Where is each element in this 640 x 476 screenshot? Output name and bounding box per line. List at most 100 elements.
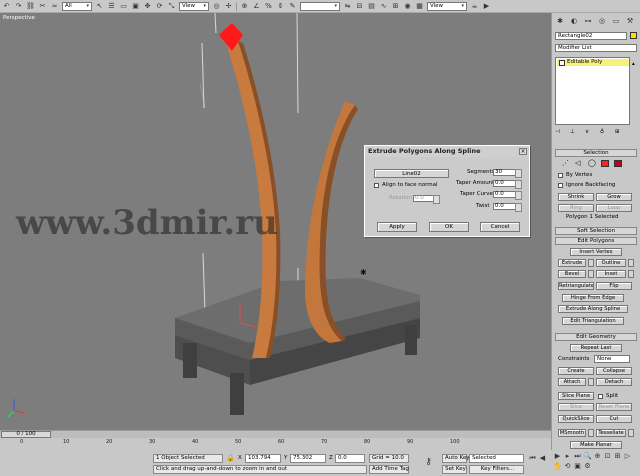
collapse-button[interactable]: Collapse	[596, 367, 632, 375]
zoom-all-icon[interactable]: ⊕	[593, 452, 602, 461]
flip-button[interactable]: Flip	[596, 282, 632, 290]
msmooth-settings-icon[interactable]	[588, 429, 594, 437]
constraints-dropdown[interactable]: None	[594, 355, 630, 363]
align-to-face-checkbox[interactable]	[374, 183, 379, 188]
extrude-along-spline-button[interactable]: Extrude Along Spline	[558, 305, 628, 313]
cut-button[interactable]: Cut	[596, 415, 632, 423]
create-tab-icon[interactable]: ✱	[555, 16, 565, 26]
quickslice-button[interactable]: QuickSlice	[558, 415, 594, 423]
go-to-end-icon[interactable]: ⏭	[573, 452, 582, 461]
zoom-extents-icon[interactable]: ⊡	[603, 452, 612, 461]
quick-render-icon[interactable]: ☕	[470, 2, 479, 11]
zoom-icon[interactable]: 🔍	[583, 452, 592, 461]
slice-plane-button[interactable]: Slice Plane	[558, 392, 594, 400]
create-button[interactable]: Create	[558, 367, 594, 375]
shrink-button[interactable]: Shrink	[558, 193, 594, 201]
scale-icon[interactable]: ⤡	[167, 2, 176, 11]
insert-vertex-button[interactable]: Insert Vertex	[570, 248, 622, 256]
field-of-view-icon[interactable]: ▷	[623, 452, 632, 461]
make-planar-button[interactable]: Make Planar	[570, 441, 622, 449]
retriangulate-button[interactable]: Retriangulate	[558, 282, 594, 290]
angle-snap-icon[interactable]: ∠	[252, 2, 261, 11]
pivot-center-icon[interactable]: ◎	[212, 2, 221, 11]
remove-modifier-icon[interactable]: ♁	[600, 129, 604, 135]
named-selection-icon[interactable]: ✎	[288, 2, 297, 11]
rotation-spinner[interactable]: 0.0	[413, 195, 440, 204]
window-crossing-icon[interactable]: ▣	[131, 2, 140, 11]
inset-button[interactable]: Inset	[596, 270, 626, 278]
z-coord-field[interactable]: 0.0	[335, 454, 365, 463]
rotate-icon[interactable]: ⟳	[155, 2, 164, 11]
set-key-button[interactable]: Set Key	[442, 465, 467, 474]
loop-button[interactable]: Loop	[596, 204, 632, 212]
add-time-tag-button[interactable]: Add Time Tag	[369, 465, 409, 474]
stack-item-editable-poly[interactable]: Editable Poly	[557, 59, 629, 66]
select-by-name-icon[interactable]: ☰	[107, 2, 116, 11]
bevel-settings-icon[interactable]	[588, 270, 594, 278]
lock-selection-icon[interactable]: 🔒	[226, 454, 235, 463]
hinge-from-edge-button[interactable]: Hinge From Edge	[562, 294, 624, 302]
undo-icon[interactable]: ↶	[2, 2, 11, 11]
object-name-field[interactable]: Rectangle02	[555, 32, 627, 40]
edit-polygons-rollout[interactable]: Edit Polygons	[555, 237, 637, 245]
render-setup-icon[interactable]: ▦	[415, 2, 424, 11]
utilities-tab-icon[interactable]: ⚒	[625, 16, 635, 26]
spinner-snap-icon[interactable]: ⇕	[276, 2, 285, 11]
track-bar[interactable]: 0 10 20 30 40 50 60 70 80 90 100	[0, 438, 551, 448]
polygon-mode-icon[interactable]	[601, 160, 609, 167]
select-object-icon[interactable]: ↖	[95, 2, 104, 11]
vertex-mode-icon[interactable]: ⋰	[562, 159, 569, 167]
extrude-settings-icon[interactable]	[588, 259, 594, 267]
key-mode-dropdown[interactable]: Selected	[469, 454, 524, 463]
render-type-dropdown[interactable]: View ▾	[427, 1, 467, 11]
tessellate-settings-icon[interactable]	[628, 429, 634, 437]
modifier-list-dropdown[interactable]: Modifier List	[555, 44, 637, 52]
twist-spinner[interactable]: 0.0	[493, 203, 522, 212]
auto-key-button[interactable]: Auto Key	[442, 454, 470, 463]
edge-mode-icon[interactable]: ◁	[575, 159, 580, 167]
attach-button[interactable]: Attach	[558, 378, 586, 386]
ok-button[interactable]: OK	[429, 222, 469, 232]
reset-plane-button[interactable]: Reset Plane	[596, 403, 632, 411]
cancel-button[interactable]: Cancel	[480, 222, 520, 232]
reference-coord-dropdown[interactable]: View ▾	[179, 1, 209, 11]
play-icon[interactable]: ▶	[553, 452, 562, 461]
bevel-button[interactable]: Bevel	[558, 270, 586, 278]
pick-spline-button[interactable]: Line02	[374, 169, 449, 178]
next-frame-icon[interactable]: ▸	[563, 452, 572, 461]
msmooth-button[interactable]: MSmooth	[558, 429, 586, 437]
dialog-title[interactable]: Extrude Polygons Along Spline	[365, 146, 529, 157]
ignore-backfacing-checkbox[interactable]	[558, 183, 563, 188]
bind-space-warp-icon[interactable]: ≈	[50, 2, 59, 11]
render-last-icon[interactable]: ▶	[482, 2, 491, 11]
grow-button[interactable]: Grow	[596, 193, 632, 201]
repeat-last-button[interactable]: Repeat Last	[570, 344, 622, 352]
selection-rollout[interactable]: Selection	[555, 149, 637, 157]
material-editor-icon[interactable]: ◉	[403, 2, 412, 11]
apply-button[interactable]: Apply	[377, 222, 417, 232]
align-icon[interactable]: ⊟	[355, 2, 364, 11]
hierarchy-tab-icon[interactable]: ⊶	[583, 16, 593, 26]
x-coord-field[interactable]: 103.794	[245, 454, 281, 463]
display-tab-icon[interactable]: ▭	[611, 16, 621, 26]
redo-icon[interactable]: ↷	[14, 2, 23, 11]
detach-button[interactable]: Detach	[596, 378, 632, 386]
close-icon[interactable]: ×	[519, 148, 527, 155]
split-checkbox[interactable]	[598, 394, 603, 399]
layer-manager-icon[interactable]: ▤	[367, 2, 376, 11]
time-config-icon[interactable]: ⚙	[583, 462, 592, 471]
taper-curve-spinner[interactable]: 0.0	[493, 191, 522, 200]
percent-snap-icon[interactable]: %	[264, 2, 273, 11]
previous-frame-icon[interactable]: ◀	[538, 454, 547, 463]
taper-amount-spinner[interactable]: 0.0	[493, 180, 522, 189]
stack-scroll-icon[interactable]: ▴	[632, 61, 635, 67]
show-end-result-icon[interactable]: ⊥	[570, 129, 575, 135]
ring-button[interactable]: Ring	[558, 204, 594, 212]
edit-geometry-rollout[interactable]: Edit Geometry	[555, 333, 637, 341]
soft-selection-rollout[interactable]: Soft Selection	[555, 227, 637, 235]
motion-tab-icon[interactable]: ◎	[597, 16, 607, 26]
curve-editor-icon[interactable]: ∿	[379, 2, 388, 11]
slice-button[interactable]: Slice	[558, 403, 594, 411]
arc-rotate-icon[interactable]: ⟲	[563, 462, 572, 471]
min-max-toggle-icon[interactable]: ▣	[573, 462, 582, 471]
